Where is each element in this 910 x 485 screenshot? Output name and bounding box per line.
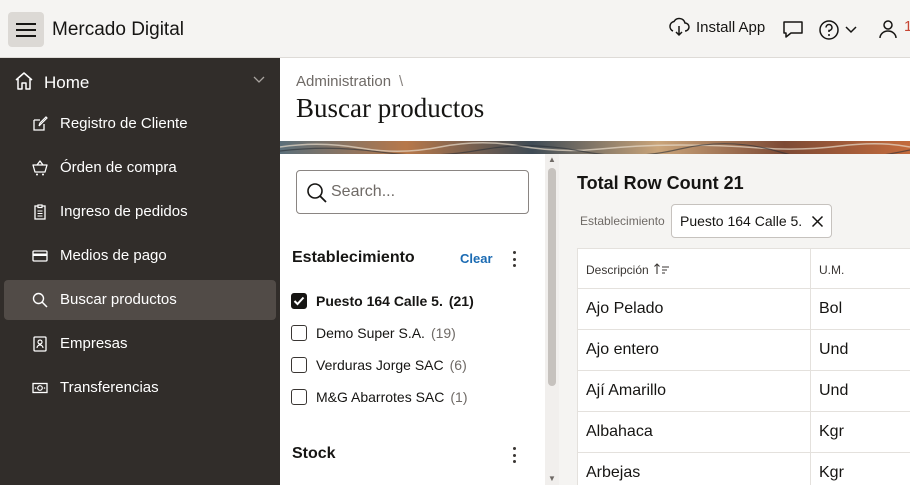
table-cell: Albahaca	[578, 412, 811, 453]
facet-search	[296, 170, 529, 214]
close-icon[interactable]	[811, 215, 824, 228]
kebab-menu-icon[interactable]	[513, 251, 517, 267]
search-icon	[32, 292, 48, 308]
sidebar-item-label: Ingreso de pedidos	[60, 203, 188, 220]
table-cell: Bol	[811, 289, 910, 330]
active-filter-chip: Puesto 164 Calle 5.	[671, 204, 832, 238]
facet-option-label: Puesto 164 Calle 5.	[316, 293, 443, 309]
column-header-um[interactable]: U.M.	[811, 249, 910, 289]
facets-panel: Establecimiento Clear Puesto 164 Calle 5…	[280, 154, 545, 485]
sidebar-item-medios-pago[interactable]: Medios de pago	[4, 236, 276, 276]
breadcrumb: Administration \	[296, 73, 403, 90]
table-cell: Ají Amarillo	[578, 371, 811, 412]
user-badge: 1	[904, 18, 910, 35]
chevron-down-icon	[845, 26, 857, 34]
check-icon	[293, 296, 305, 306]
hamburger-menu-button[interactable]	[8, 12, 44, 47]
facets-scrollbar[interactable]: ▲ ▼	[545, 154, 559, 485]
sidebar-item-orden-compra[interactable]: Órden de compra	[4, 148, 276, 188]
table-cell: Arbejas	[578, 453, 811, 485]
table-cell: Ajo Pelado	[578, 289, 811, 330]
help-menu-button[interactable]	[818, 19, 858, 41]
checkbox[interactable]	[291, 357, 307, 373]
breadcrumb-link-administration[interactable]: Administration	[296, 73, 391, 90]
table-cell: Kgr	[811, 412, 910, 453]
column-header-descripcion[interactable]: Descripción	[578, 249, 811, 289]
facet-title-stock: Stock	[292, 445, 336, 462]
decorative-banner	[280, 141, 910, 154]
sidebar-nav: Home Registro de Cliente Órden de compra…	[0, 58, 280, 485]
clear-facet-button[interactable]: Clear	[460, 251, 493, 266]
facet-option-label: Verduras Jorge SAC	[316, 357, 444, 373]
search-input[interactable]	[331, 181, 521, 203]
checkbox-checked[interactable]	[291, 293, 307, 309]
app-title[interactable]: Mercado Digital	[52, 19, 184, 41]
facet-option-count: (1)	[450, 389, 468, 405]
edit-icon	[33, 116, 48, 131]
facet-option-count: (6)	[449, 357, 467, 373]
chat-button[interactable]	[782, 19, 804, 39]
user-menu-button[interactable]	[878, 19, 898, 39]
install-app-label: Install App	[696, 18, 766, 36]
hamburger-icon	[16, 22, 36, 37]
results-panel: Total Row Count 21 Establecimiento Puest…	[559, 154, 910, 485]
contact-card-icon	[33, 336, 47, 352]
checkbox[interactable]	[291, 325, 307, 341]
facet-option-count: (21)	[448, 293, 474, 309]
table-cell: Und	[811, 371, 910, 412]
sidebar-item-home[interactable]: Home	[0, 58, 280, 106]
user-icon	[879, 20, 897, 39]
sidebar-item-label: Medios de pago	[60, 247, 167, 264]
active-filter-label: Establecimiento	[580, 214, 665, 228]
breadcrumb-separator: \	[399, 73, 404, 90]
search-icon	[307, 183, 327, 203]
facet-title-establecimiento: Establecimiento	[292, 249, 415, 266]
sidebar-item-buscar-productos[interactable]: Buscar productos	[4, 280, 276, 320]
clipboard-icon	[34, 204, 46, 220]
scroll-up-icon[interactable]: ▲	[548, 155, 556, 164]
table-cell: Ajo entero	[578, 330, 811, 371]
sidebar-item-label: Home	[44, 73, 90, 92]
facet-option[interactable]: M&G Abarrotes SAC (1)	[291, 386, 468, 408]
credit-card-icon	[32, 250, 48, 262]
sidebar-item-label: Registro de Cliente	[60, 115, 188, 132]
page-title: Buscar productos	[296, 93, 485, 123]
scroll-down-icon[interactable]: ▼	[548, 474, 556, 483]
chevron-down-icon[interactable]	[253, 76, 265, 84]
sidebar-item-registro-cliente[interactable]: Registro de Cliente	[4, 104, 276, 144]
cloud-download-icon	[669, 17, 690, 37]
sidebar-item-label: Empresas	[60, 335, 128, 352]
facet-option[interactable]: Verduras Jorge SAC (6)	[291, 354, 467, 376]
facet-option[interactable]: Demo Super S.A. (19)	[291, 322, 456, 344]
sidebar-item-empresas[interactable]: Empresas	[4, 324, 276, 364]
home-icon	[15, 72, 33, 90]
sidebar-item-label: Transferencias	[60, 379, 159, 396]
money-icon	[32, 382, 48, 394]
total-row-count: Total Row Count 21	[577, 173, 744, 193]
filter-chip-label: Puesto 164 Calle 5.	[680, 213, 803, 229]
facet-option-count: (19)	[430, 325, 456, 341]
chat-bubble-icon	[783, 21, 803, 38]
sidebar-item-ingreso-pedidos[interactable]: Ingreso de pedidos	[4, 192, 276, 232]
scrollbar-thumb[interactable]	[548, 168, 556, 386]
sidebar-item-label: Buscar productos	[60, 291, 177, 308]
checkbox[interactable]	[291, 389, 307, 405]
sidebar-item-transferencias[interactable]: Transferencias	[4, 368, 276, 408]
facet-option[interactable]: Puesto 164 Calle 5. (21)	[291, 290, 474, 312]
facet-option-label: M&G Abarrotes SAC	[316, 389, 445, 405]
install-app-button[interactable]: Install App	[668, 17, 765, 37]
cart-icon	[32, 160, 48, 176]
products-table: Descripción U.M. Ajo Pelado Bol Ajo ente…	[577, 248, 910, 485]
help-icon	[819, 20, 839, 40]
sidebar-item-label: Órden de compra	[60, 159, 177, 176]
kebab-menu-icon[interactable]	[513, 447, 517, 463]
table-cell: Und	[811, 330, 910, 371]
app-header: Mercado Digital Install App 1	[0, 0, 910, 58]
sort-ascending-icon[interactable]	[654, 263, 670, 275]
facet-option-label: Demo Super S.A.	[316, 325, 425, 341]
table-cell: Kgr	[811, 453, 910, 485]
